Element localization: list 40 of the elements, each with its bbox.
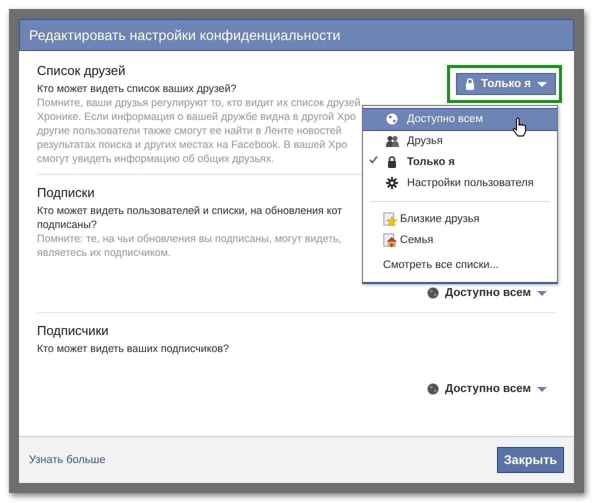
caret-icon	[537, 290, 547, 296]
learn-more-link[interactable]: Узнать больше	[29, 454, 106, 466]
house-list-icon	[383, 232, 397, 248]
note-text: Помните, ваши друзья регулируют то, кто видит их список друзей	[37, 96, 361, 110]
globe-icon	[427, 383, 440, 395]
question-text: подписаны?	[37, 218, 97, 232]
caret-icon	[537, 386, 547, 392]
note-text: Помните: те, на чьи обновления вы подписаны, могут видеть,	[37, 232, 342, 246]
menu-item[interactable]: Настройки пользователя	[363, 173, 557, 194]
section-heading: Подписчики	[37, 323, 110, 338]
note-text: другие пользователи также смогут ее найти в Ленте новостей	[37, 124, 342, 138]
question-text: Кто может видеть ваших подписчиков?	[37, 342, 229, 356]
menu-item[interactable]: Смотреть все списки...	[363, 255, 557, 276]
star-list-icon	[383, 211, 397, 227]
note-text: смогут увидеть информацию об общих друзьях.	[37, 152, 274, 166]
question-text: Кто может видеть список ваших друзей?	[37, 82, 236, 96]
globe-icon	[427, 287, 440, 299]
note-text: результатах поиска и других местах на Facebook. В вашей Хро	[37, 138, 348, 152]
gear-icon	[386, 177, 398, 189]
menu-item[interactable]: Доступно всем	[363, 108, 557, 131]
menu-item[interactable]: Близкие друзья	[363, 209, 557, 230]
note-text: являетесь их подписчиком.	[37, 246, 171, 260]
audience-dropdown[interactable]: Только я	[456, 73, 556, 95]
dialog-title: Редактировать настройки конфиденциальности	[19, 19, 574, 51]
question-text: Кто может видеть пользователей и списки, на обновления кот	[37, 204, 342, 218]
menu-item[interactable]: Семья	[363, 230, 557, 251]
lock-icon	[387, 156, 397, 168]
section-heading: Подписки	[37, 185, 96, 200]
people-icon	[386, 135, 398, 147]
note-text: Хронике. Если информация о вашей дружбе видна в другой Хро	[37, 110, 356, 124]
close-button[interactable]: Закрыть	[496, 447, 564, 473]
lock-icon	[465, 78, 476, 90]
check-icon	[369, 155, 378, 164]
globe-icon	[386, 113, 398, 125]
caret-icon	[537, 82, 547, 86]
section-heading: Список друзей	[37, 63, 126, 78]
audience-dropdown[interactable]: Доступно всем	[418, 378, 556, 400]
menu-item[interactable]: Друзья	[363, 131, 557, 152]
hand-cursor-icon	[512, 117, 528, 137]
menu-item[interactable]: Только я	[363, 152, 557, 173]
